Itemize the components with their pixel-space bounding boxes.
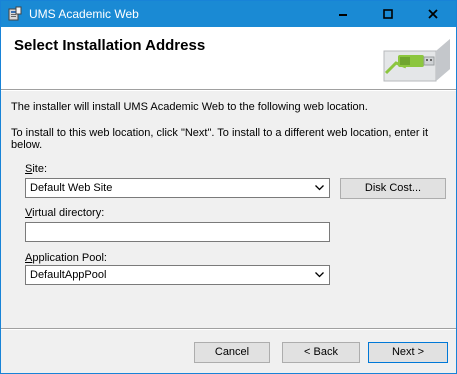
header-divider-highlight (1, 90, 456, 91)
site-dropdown-value: Default Web Site (30, 182, 113, 194)
cancel-button[interactable]: Cancel (194, 342, 270, 363)
disk-cost-button[interactable]: Disk Cost... (340, 178, 446, 199)
back-button[interactable]: < Back (282, 342, 360, 363)
site-dropdown[interactable]: Default Web Site (25, 178, 330, 198)
virtual-directory-label: Virtual directory: (25, 207, 104, 219)
install-instructions: To install to this web location, click "… (11, 127, 429, 151)
application-pool-dropdown[interactable]: DefaultAppPool (25, 265, 330, 285)
chevron-down-icon (315, 185, 324, 191)
site-label: Site: (25, 163, 47, 175)
title-bar[interactable]: UMS Academic Web (1, 1, 456, 27)
installer-banner-icon (383, 39, 450, 82)
close-icon (428, 9, 438, 19)
maximize-button[interactable] (366, 1, 411, 27)
virtual-directory-label-text: irtual directory: (32, 207, 105, 219)
installer-app-icon (7, 6, 23, 22)
wizard-header: Select Installation Address (1, 27, 456, 89)
chevron-down-icon (315, 272, 324, 278)
footer-divider-highlight (1, 329, 456, 330)
close-button[interactable] (411, 1, 456, 27)
minimize-icon (339, 14, 347, 16)
application-pool-label-text: pplication Pool: (32, 252, 107, 264)
page-title: Select Installation Address (14, 37, 206, 54)
minimize-button[interactable] (321, 1, 366, 27)
install-description: The installer will install UMS Academic … (11, 101, 368, 113)
maximize-icon (383, 9, 393, 19)
site-label-text: ite: (32, 163, 48, 175)
installer-window: UMS Academic Web Select Installation Add… (0, 0, 457, 374)
window-title: UMS Academic Web (29, 7, 139, 21)
application-pool-dropdown-value: DefaultAppPool (30, 269, 107, 281)
next-button[interactable]: Next > (368, 342, 448, 363)
virtual-directory-input[interactable] (25, 222, 330, 242)
application-pool-label: Application Pool: (25, 252, 107, 264)
